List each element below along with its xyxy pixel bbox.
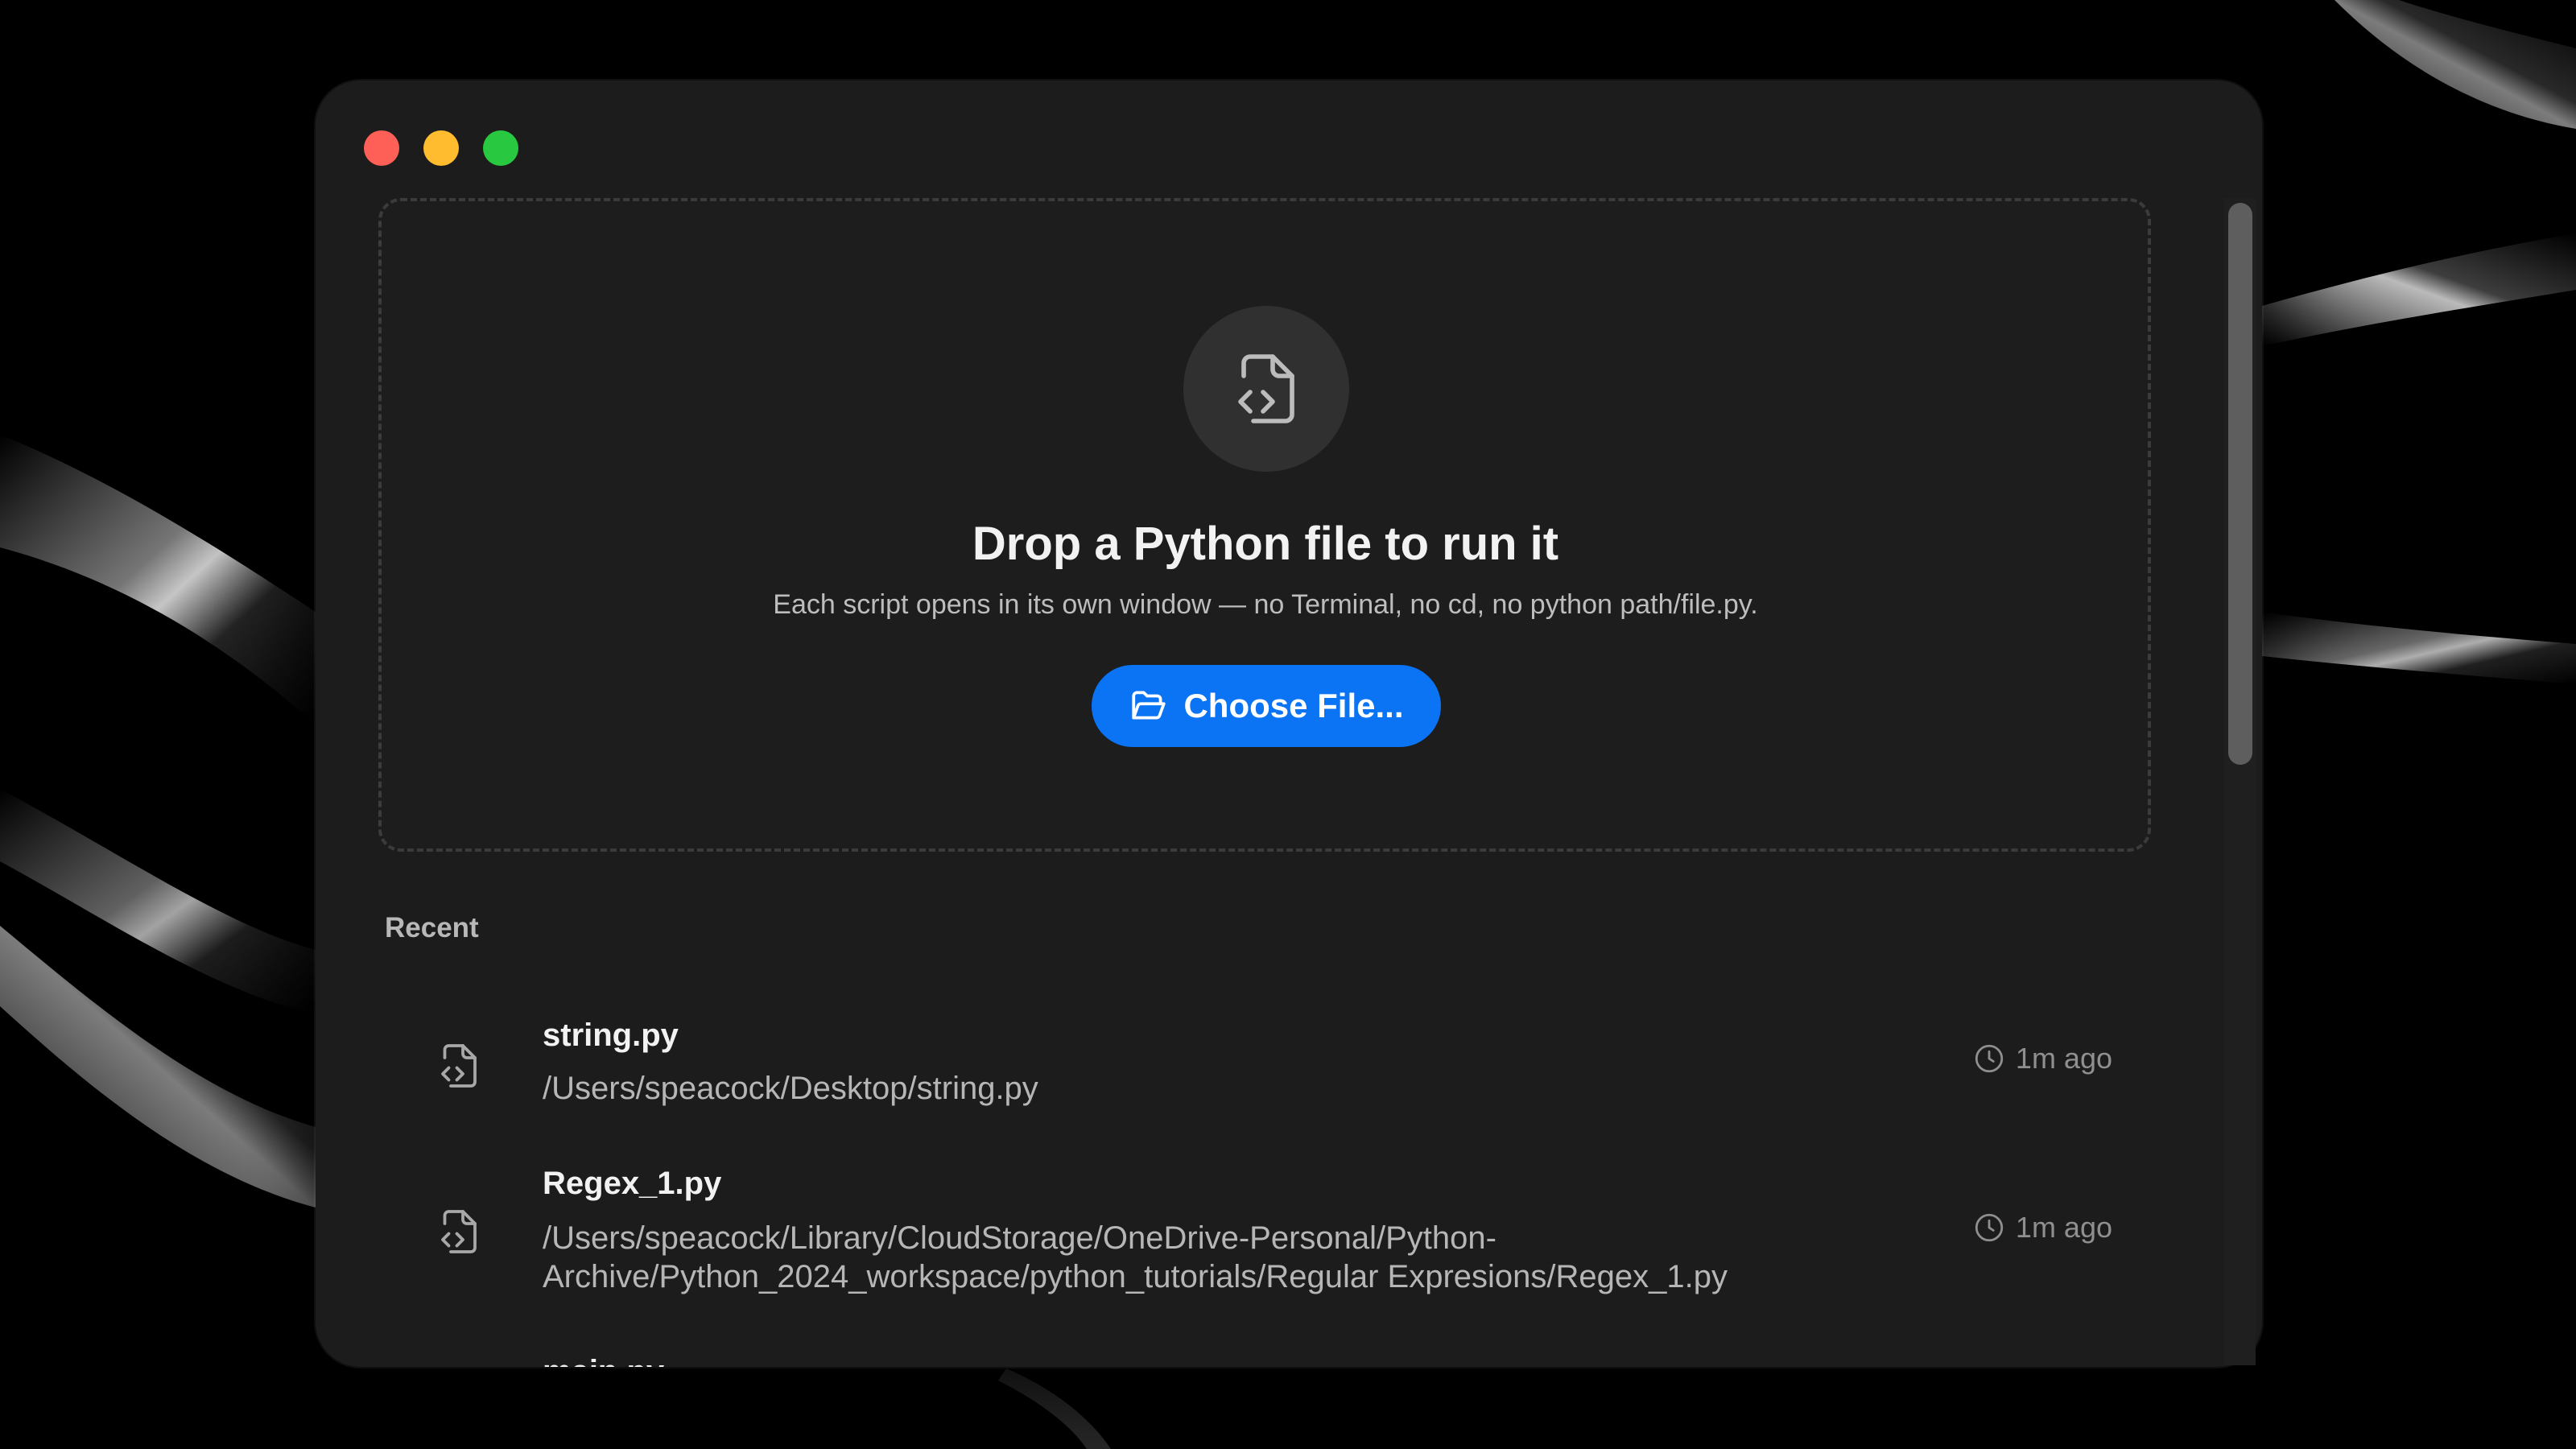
window-close-button[interactable] — [364, 130, 399, 166]
choose-file-button[interactable]: Choose File... — [1092, 665, 1441, 747]
recent-item-name: main.py — [543, 1349, 664, 1367]
recent-item-time: 1m ago — [1972, 1211, 2112, 1245]
code-file-icon — [441, 1210, 477, 1253]
window-zoom-button[interactable] — [483, 130, 518, 166]
drop-zone-icon-badge — [1183, 306, 1349, 472]
window-minimize-button[interactable] — [423, 130, 459, 166]
recent-item-time: 1m ago — [1972, 1042, 2112, 1075]
recent-item-path: /Users/speacock/Desktop/string.py — [543, 1071, 1038, 1106]
clock-icon — [1975, 1213, 2004, 1242]
recent-item[interactable]: Regex_1.py /Users/speacock/Library/Cloud… — [378, 1161, 2151, 1306]
code-file-icon — [441, 1044, 477, 1088]
clock-icon — [1975, 1044, 2004, 1073]
recent-item[interactable]: main.py — [378, 1349, 2151, 1367]
code-file-icon — [1238, 354, 1294, 423]
recent-item[interactable]: string.py /Users/speacock/Desktop/string… — [378, 1013, 2151, 1116]
recent-heading: Recent — [385, 912, 479, 943]
recent-item-time-label: 1m ago — [2015, 1211, 2112, 1244]
drop-zone-title: Drop a Python file to run it — [972, 518, 1559, 570]
recent-item-name: Regex_1.py — [543, 1166, 722, 1201]
folder-open-icon — [1132, 691, 1166, 720]
drop-zone-subtitle: Each script opens in its own window — no… — [773, 589, 1758, 620]
scrollbar-thumb[interactable] — [2228, 203, 2252, 765]
recent-item-time-label: 1m ago — [2015, 1042, 2112, 1075]
choose-file-button-label: Choose File... — [1183, 687, 1404, 724]
recent-item-path: /Users/speacock/Library/CloudStorage/One… — [543, 1220, 1728, 1294]
recent-item-name: string.py — [543, 1018, 679, 1053]
